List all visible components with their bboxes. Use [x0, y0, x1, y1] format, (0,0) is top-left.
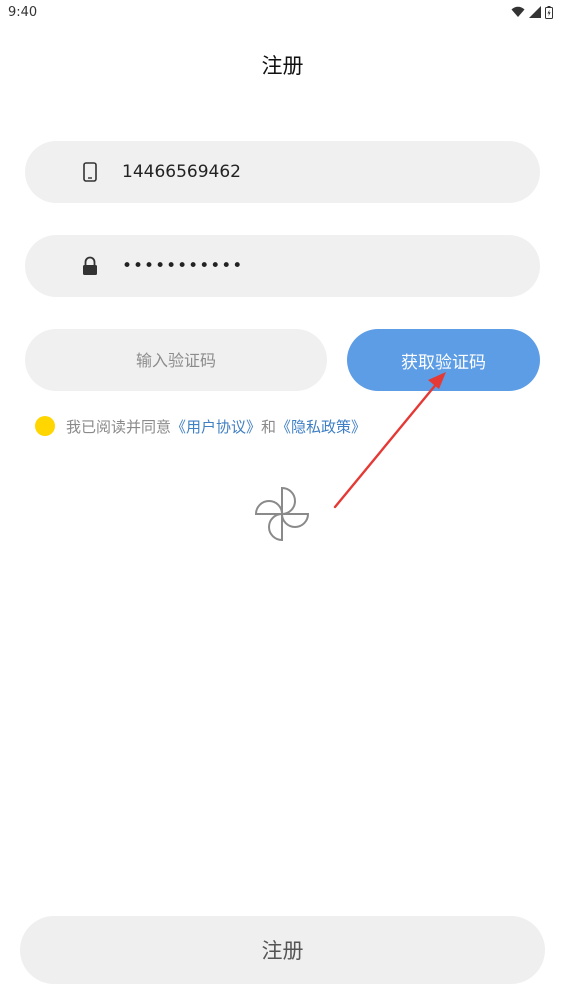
page-title: 注册: [261, 54, 304, 78]
wifi-icon: [511, 6, 525, 17]
lock-icon: [80, 255, 100, 277]
agreement-checkbox[interactable]: [35, 416, 55, 436]
phone-input[interactable]: [122, 141, 522, 203]
password-input[interactable]: •••••••••••: [122, 235, 243, 297]
phone-field[interactable]: [25, 141, 540, 203]
user-agreement-link[interactable]: 《用户协议》: [171, 416, 261, 437]
get-code-button[interactable]: 获取验证码: [347, 329, 540, 391]
password-field[interactable]: •••••••••••: [25, 235, 540, 297]
register-button[interactable]: 注册: [20, 916, 545, 984]
phone-icon: [80, 161, 100, 183]
agreement-prefix: 我已阅读并同意: [66, 417, 172, 436]
privacy-policy-link[interactable]: 《隐私政策》: [276, 416, 366, 437]
agreement-row: 我已阅读并同意 《用户协议》 和 《隐私政策》: [35, 414, 366, 438]
verification-code-field[interactable]: [25, 329, 327, 391]
register-screen: 9:40 注册 14466569462 ••••••••••• 输入验证码 获取…: [0, 0, 565, 1004]
verification-code-input[interactable]: [25, 329, 327, 391]
status-time: 9:40: [8, 4, 38, 20]
agreement-conjunction: 和: [261, 417, 277, 436]
signal-icon: [529, 6, 541, 18]
status-bar: 9:40: [0, 0, 565, 24]
status-icons: [511, 5, 553, 19]
loading-pinwheel-icon: [254, 486, 310, 542]
battery-icon: [545, 5, 553, 19]
